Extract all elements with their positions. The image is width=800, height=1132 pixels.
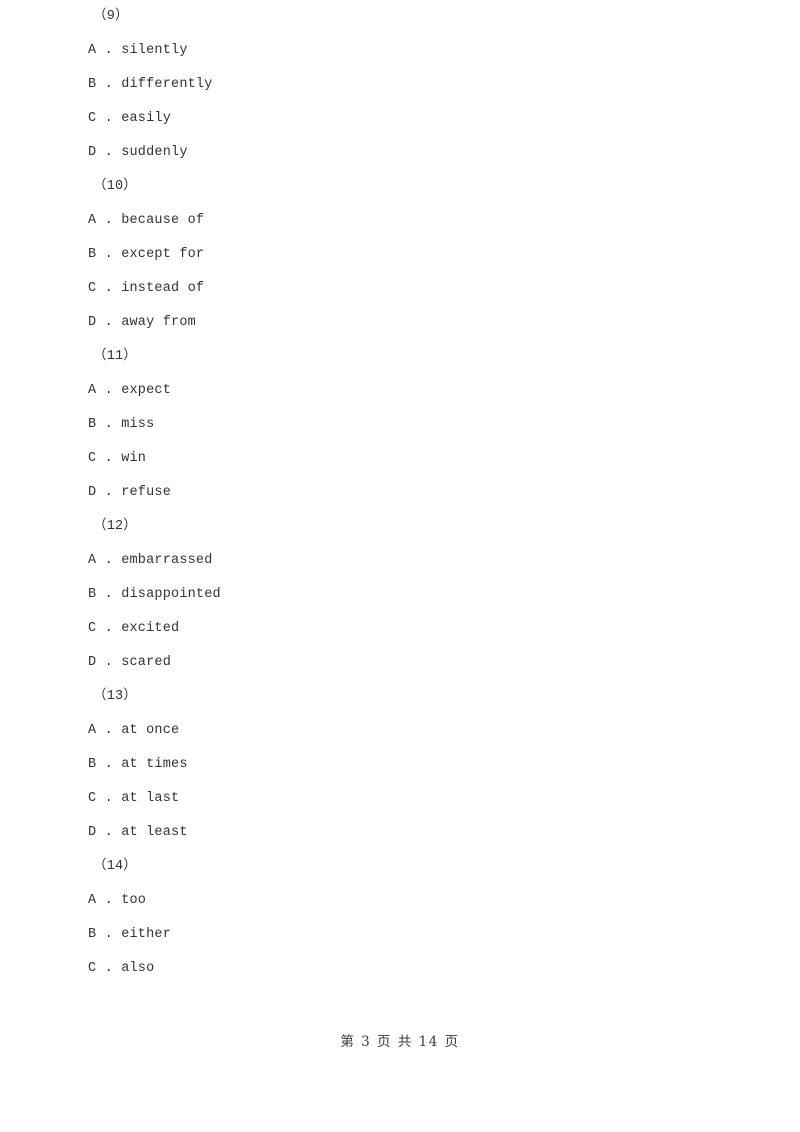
option-c[interactable]: C . instead of xyxy=(0,272,800,306)
option-c[interactable]: C . at last xyxy=(0,782,800,816)
option-a[interactable]: A . too xyxy=(0,884,800,918)
question-number: （11） xyxy=(93,349,138,364)
option-c[interactable]: C . excited xyxy=(0,612,800,646)
option-d[interactable]: D . refuse xyxy=(0,476,800,510)
question-block: （9） A . silently B . differently C . eas… xyxy=(0,0,800,170)
page-footer: 第 3 页 共 14 页 xyxy=(340,1034,460,1050)
option-b[interactable]: B . at times xyxy=(0,748,800,782)
document-page: （9） A . silently B . differently C . eas… xyxy=(0,0,800,1132)
option-a[interactable]: A . because of xyxy=(0,204,800,238)
option-b[interactable]: B . either xyxy=(0,918,800,952)
question-block: （12） A . embarrassed B . disappointed C … xyxy=(0,510,800,680)
option-b[interactable]: B . except for xyxy=(0,238,800,272)
question-block: （11） A . expect B . miss C . win D . ref… xyxy=(0,340,800,510)
option-c[interactable]: C . easily xyxy=(0,102,800,136)
option-d[interactable]: D . away from xyxy=(0,306,800,340)
question-number: （10） xyxy=(93,179,138,194)
question-block: （14） A . too B . either C . also xyxy=(0,850,800,986)
question-number: （13） xyxy=(93,689,138,704)
option-b[interactable]: B . differently xyxy=(0,68,800,102)
option-b[interactable]: B . disappointed xyxy=(0,578,800,612)
option-a[interactable]: A . embarrassed xyxy=(0,544,800,578)
question-list: （9） A . silently B . differently C . eas… xyxy=(0,0,800,986)
option-d[interactable]: D . suddenly xyxy=(0,136,800,170)
option-a[interactable]: A . expect xyxy=(0,374,800,408)
option-c[interactable]: C . win xyxy=(0,442,800,476)
question-block: （13） A . at once B . at times C . at las… xyxy=(0,680,800,850)
option-d[interactable]: D . scared xyxy=(0,646,800,680)
question-number: （14） xyxy=(93,859,138,874)
question-number: （9） xyxy=(93,9,129,24)
question-block: （10） A . because of B . except for C . i… xyxy=(0,170,800,340)
option-d[interactable]: D . at least xyxy=(0,816,800,850)
option-c[interactable]: C . also xyxy=(0,952,800,986)
question-number: （12） xyxy=(93,519,138,534)
option-b[interactable]: B . miss xyxy=(0,408,800,442)
option-a[interactable]: A . at once xyxy=(0,714,800,748)
option-a[interactable]: A . silently xyxy=(0,34,800,68)
